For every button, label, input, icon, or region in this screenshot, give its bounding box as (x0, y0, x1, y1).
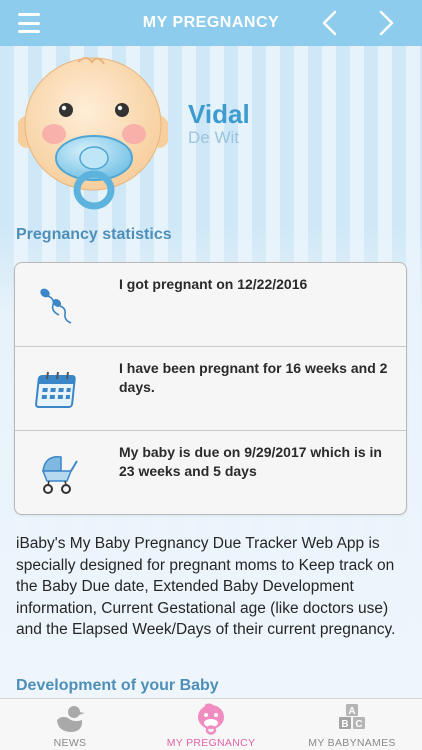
development-heading: Development of your Baby (16, 677, 219, 694)
tab-my-babynames[interactable]: A B C MY BABYNAMES (282, 699, 422, 750)
stat-due-date-text: My baby is due on 9/29/2017 which is in … (119, 444, 382, 479)
stat-conception-text: I got pregnant on 12/22/2016 (119, 276, 308, 292)
chevron-left-icon[interactable] (316, 8, 344, 38)
app-description: iBaby's My Baby Pregnancy Due Tracker We… (16, 535, 396, 638)
stat-row-conception[interactable]: I got pregnant on 12/22/2016 (15, 263, 406, 347)
baby-icon (198, 703, 224, 735)
tab-my-pregnancy-label: MY PREGNANCY (166, 737, 256, 749)
abc-blocks-icon: A B C (339, 704, 365, 730)
top-navigation-bar: MY PREGNANCY (0, 0, 422, 46)
profile-name: Vidal De Wit (188, 100, 250, 148)
stat-duration-text: I have been pregnant for 16 weeks and 2 … (119, 360, 388, 395)
svg-text:A: A (348, 706, 355, 717)
sperm-icon (40, 288, 72, 324)
tab-news-label: NEWS (53, 737, 87, 749)
duck-icon (57, 706, 85, 732)
stat-row-duration[interactable]: I have been pregnant for 16 weeks and 2 … (15, 347, 406, 431)
calendar-icon (35, 371, 76, 408)
stat-row-due-date[interactable]: My baby is due on 9/29/2017 which is in … (15, 431, 406, 514)
tab-my-babynames-label: MY BABYNAMES (308, 737, 396, 749)
pregnancy-statistics-card: I got pregnant on 12/22/2016 I have been… (14, 262, 407, 515)
hamburger-menu-icon[interactable] (18, 13, 40, 33)
chevron-right-icon[interactable] (372, 8, 400, 38)
tab-news[interactable]: NEWS (0, 699, 140, 750)
baby-face-with-pacifier-icon[interactable] (18, 52, 168, 212)
stroller-icon (41, 456, 78, 494)
last-name: De Wit (188, 128, 239, 147)
svg-text:B: B (341, 719, 348, 730)
pregnancy-statistics-heading: Pregnancy statistics (16, 226, 172, 243)
first-name: Vidal (188, 99, 250, 129)
tab-my-pregnancy[interactable]: MY PREGNANCY (141, 699, 281, 750)
page-title: MY PREGNANCY (142, 14, 280, 31)
bottom-tab-bar: NEWS MY PREGNANCY A B C MY BABYNAMES (0, 698, 422, 750)
svg-text:C: C (355, 719, 362, 730)
